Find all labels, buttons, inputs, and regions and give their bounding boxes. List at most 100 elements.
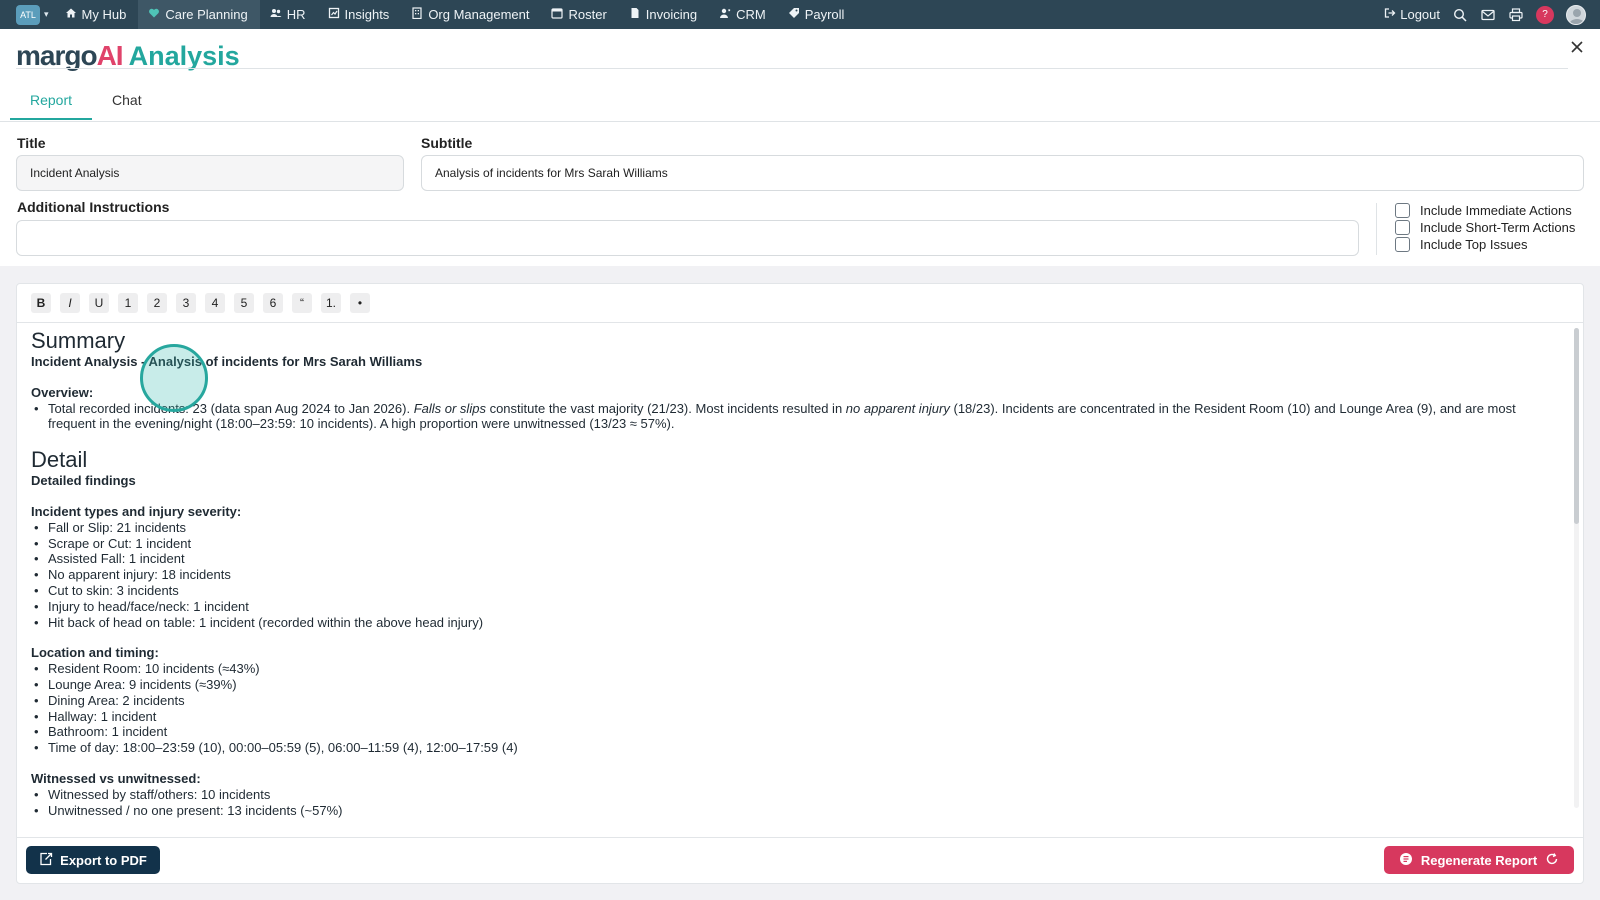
home-icon	[65, 7, 77, 22]
report-editor: B I U 1 2 3 4 5 6 “ 1. • Summary Inciden…	[16, 283, 1584, 884]
heading-1-button[interactable]: 1	[118, 293, 138, 313]
report-settings-panel: margoAI Analysis Report Chat Title Incid…	[0, 29, 1600, 266]
list-item: Bathroom: 1 incident	[31, 724, 1561, 740]
blockquote-button[interactable]: “	[292, 293, 312, 313]
brand-ai: AI	[96, 40, 124, 71]
location-label: Location and timing:	[31, 645, 159, 661]
close-icon[interactable]	[1570, 38, 1584, 59]
nav-insights[interactable]: Insights	[318, 0, 402, 29]
list-item: Fall or Slip: 21 incidents	[31, 520, 1561, 536]
brand-prefix: margo	[16, 40, 98, 71]
nav-roster[interactable]: Roster	[541, 0, 618, 29]
logout-button[interactable]: Logout	[1384, 7, 1440, 22]
nav-hr[interactable]: HR	[260, 0, 318, 29]
nav-label: Care Planning	[165, 7, 248, 22]
bullet-list-button[interactable]: •	[350, 293, 371, 313]
export-icon	[39, 852, 53, 869]
people-icon	[270, 7, 282, 22]
mail-icon[interactable]	[1480, 7, 1496, 23]
bold-button[interactable]: B	[31, 293, 51, 313]
list-item: Lounge Area: 9 incidents (≈39%)	[31, 677, 1561, 693]
option-short-term-actions[interactable]: Include Short-Term Actions	[1395, 220, 1575, 235]
chevron-down-icon: ▾	[44, 9, 49, 19]
insights-icon	[328, 7, 340, 22]
document-icon	[1399, 852, 1413, 869]
types-list: Fall or Slip: 21 incidents Scrape or Cut…	[31, 520, 1561, 631]
overview-text: Total recorded incidents: 23 (data span …	[48, 400, 414, 416]
nav-label: HR	[286, 7, 306, 22]
nav-label: My Hub	[81, 7, 127, 22]
checkbox[interactable]	[1395, 203, 1410, 218]
refresh-icon	[1545, 852, 1559, 869]
option-label: Include Top Issues	[1420, 237, 1528, 252]
list-item: Cut to skin: 3 incidents	[31, 583, 1561, 599]
heading-3-button[interactable]: 3	[176, 293, 196, 313]
building-icon	[411, 7, 423, 22]
nav-my-hub[interactable]: My Hub	[55, 0, 139, 29]
tabs-divider	[0, 121, 1600, 122]
option-immediate-actions[interactable]: Include Immediate Actions	[1395, 203, 1572, 218]
nav-label: Roster	[568, 7, 607, 22]
top-navigation: ATL ▾ My Hub Care Planning HR Insights O…	[0, 0, 1600, 29]
list-item: Dining Area: 2 incidents	[31, 693, 1561, 709]
heading-5-button[interactable]: 5	[234, 293, 254, 313]
nav-label: Insights	[344, 7, 390, 22]
list-item: Hit back of head on table: 1 incident (r…	[31, 615, 1561, 631]
types-label: Incident types and injury severity:	[31, 503, 242, 519]
subtitle-input[interactable]: Analysis of incidents for Mrs Sarah Will…	[421, 155, 1584, 191]
witness-list: Witnessed by staff/others: 10 incidents …	[31, 787, 1561, 819]
printer-icon[interactable]	[1508, 7, 1524, 23]
heading-4-button[interactable]: 4	[205, 293, 225, 313]
instructions-input[interactable]	[16, 220, 1359, 256]
nav-care-planning[interactable]: Care Planning	[138, 0, 260, 29]
nav-right-tools: Logout ?	[1384, 4, 1600, 25]
title-input[interactable]: Incident Analysis	[16, 155, 404, 191]
formatting-toolbar: B I U 1 2 3 4 5 6 “ 1. •	[17, 284, 1583, 323]
search-icon[interactable]	[1452, 7, 1468, 23]
export-label: Export to PDF	[60, 852, 147, 868]
option-top-issues[interactable]: Include Top Issues	[1395, 237, 1527, 252]
click-indicator	[140, 344, 208, 412]
org-switcher[interactable]: ATL ▾	[16, 4, 49, 25]
instructions-label: Additional Instructions	[17, 199, 170, 215]
nav-crm[interactable]: CRM	[709, 0, 778, 29]
checkbox[interactable]	[1395, 237, 1410, 252]
avatar[interactable]	[1566, 4, 1586, 25]
underline-button[interactable]: U	[89, 293, 109, 313]
overview-item: Total recorded incidents: 23 (data span …	[31, 401, 1561, 433]
regenerate-label: Regenerate Report	[1420, 852, 1538, 868]
italic-button[interactable]: I	[60, 293, 80, 313]
content-scrollbar[interactable]	[1574, 328, 1579, 808]
checkbox[interactable]	[1395, 220, 1410, 235]
footer-divider	[17, 837, 1583, 838]
heading-2-button[interactable]: 2	[147, 293, 167, 313]
list-item: Unwitnessed / no one present: 13 inciden…	[31, 803, 1561, 819]
witness-label: Witnessed vs unwitnessed:	[31, 770, 201, 786]
detail-heading: Detail	[31, 447, 88, 473]
list-item: Time of day: 18:00–23:59 (10), 00:00–05:…	[31, 740, 1561, 756]
nav-invoicing[interactable]: Invoicing	[619, 0, 709, 29]
ordered-list-button[interactable]: 1.	[321, 293, 342, 313]
list-item: Resident Room: 10 incidents (≈43%)	[31, 661, 1561, 677]
summary-heading: Summary	[31, 328, 126, 353]
nav-org-management[interactable]: Org Management	[401, 0, 541, 29]
title-label: Title	[17, 135, 46, 151]
tab-chat[interactable]: Chat	[92, 86, 162, 120]
org-badge: ATL	[16, 4, 40, 25]
regenerate-report-button[interactable]: Regenerate Report	[1384, 846, 1574, 874]
list-item: Witnessed by staff/others: 10 incidents	[31, 787, 1561, 803]
option-label: Include Immediate Actions	[1420, 203, 1572, 218]
overview-label: Overview:	[31, 384, 94, 400]
list-item: Hallway: 1 incident	[31, 709, 1561, 725]
subtitle-label: Subtitle	[421, 135, 473, 151]
export-pdf-button[interactable]: Export to PDF	[26, 846, 160, 874]
tab-report[interactable]: Report	[10, 86, 93, 120]
detail-subheading: Detailed findings	[31, 473, 136, 489]
help-button[interactable]: ?	[1536, 5, 1554, 24]
nav-label: Payroll	[804, 7, 845, 22]
nav-payroll[interactable]: Payroll	[778, 0, 857, 29]
scrollbar-thumb[interactable]	[1574, 328, 1579, 524]
heading-6-button[interactable]: 6	[263, 293, 283, 313]
report-content[interactable]: Summary Incident Analysis - Analysis of …	[31, 328, 1561, 820]
list-item: Assisted Fall: 1 incident	[31, 551, 1561, 567]
